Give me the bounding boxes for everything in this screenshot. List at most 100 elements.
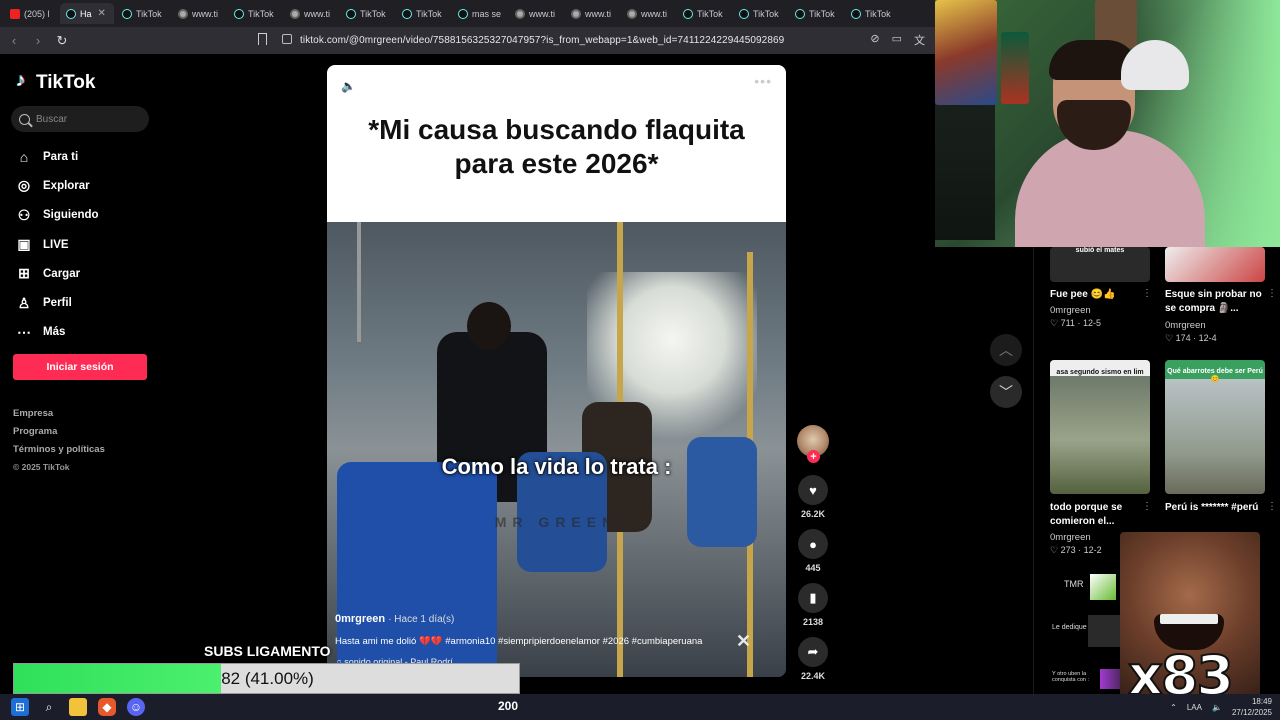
meme-overlay: x83 bbox=[1120, 532, 1260, 712]
browser-tab[interactable]: TikTok bbox=[845, 3, 899, 24]
screenshot-icon[interactable]: ▭ bbox=[892, 32, 902, 48]
reco-user[interactable]: 0mrgreen bbox=[1165, 320, 1206, 331]
login-button[interactable]: Iniciar sesión bbox=[13, 354, 147, 380]
footer-link-terminos[interactable]: Términos y políticas bbox=[13, 444, 105, 462]
author-name[interactable]: 0mrgreen bbox=[335, 613, 385, 625]
more-options-icon[interactable]: ••• bbox=[754, 73, 772, 89]
sidebar-item-label: Explorar bbox=[43, 179, 90, 192]
back-button[interactable]: ‹ bbox=[4, 31, 24, 51]
browser-tab[interactable]: www.ti bbox=[565, 3, 619, 24]
tiktok-logo[interactable]: TikTok bbox=[16, 70, 95, 94]
browser-tab[interactable]: www.ti bbox=[172, 3, 226, 24]
upload-icon: ⊞ bbox=[18, 265, 30, 282]
follow-plus-icon[interactable]: + bbox=[807, 450, 820, 463]
tiktok-icon bbox=[122, 8, 132, 19]
tiktok-logo-icon bbox=[16, 70, 32, 92]
author-avatar[interactable]: + bbox=[797, 425, 829, 463]
reco-more-icon[interactable]: ⋮ bbox=[1142, 501, 1152, 512]
reco-date: 12-4 bbox=[1198, 333, 1217, 343]
tiktok-icon bbox=[851, 8, 862, 19]
language-indicator[interactable]: LAA bbox=[1187, 703, 1202, 712]
video-watermark: MR GREEN bbox=[494, 514, 619, 530]
webcam-overlay bbox=[935, 0, 1280, 247]
sidebar-menu: ⌂ Para ti ◎ Explorar ⚇ Siguiendo ▣ LIVE … bbox=[16, 142, 99, 347]
browser-tab[interactable]: TikTok bbox=[789, 3, 843, 24]
reco-likes: 273 bbox=[1060, 545, 1076, 555]
brave-browser-icon[interactable]: ◆ bbox=[98, 698, 116, 716]
clock[interactable]: 18:49 27/12/2025 bbox=[1232, 696, 1272, 718]
sidebar-item-cargar[interactable]: ⊞ Cargar bbox=[16, 259, 99, 288]
discord-icon[interactable]: ☺ bbox=[127, 698, 145, 716]
sidebar-item-mas[interactable]: ⋯ Más bbox=[16, 318, 99, 347]
footer-link-empresa[interactable]: Empresa bbox=[13, 408, 105, 426]
reader-mode-icon[interactable]: ⊘ bbox=[870, 32, 879, 48]
sidebar-item-para-ti[interactable]: ⌂ Para ti bbox=[16, 142, 99, 171]
close-tab-icon[interactable]: ✕ bbox=[98, 8, 106, 19]
tray-chevron-icon[interactable]: ⌃ bbox=[1170, 703, 1177, 712]
address-bar[interactable]: tiktok.com/@0mrgreen/video/7588156325327… bbox=[300, 35, 784, 46]
reco-title[interactable]: Perú is ******* #perú bbox=[1165, 501, 1265, 515]
anime-poster bbox=[1001, 32, 1029, 104]
like-count: 26.2K bbox=[800, 509, 826, 519]
reco-stats: ♡ 174 · 12-4 bbox=[1165, 333, 1217, 343]
like-button[interactable]: ♥ bbox=[798, 475, 828, 505]
save-count: 2138 bbox=[802, 617, 824, 627]
next-video-button[interactable]: ﹀ bbox=[990, 376, 1022, 408]
reco-user[interactable]: 0mrgreen bbox=[1050, 305, 1091, 316]
browser-tab[interactable]: (205) l bbox=[4, 3, 58, 24]
browser-tab[interactable]: www.ti bbox=[284, 3, 338, 24]
browser-tab[interactable]: TikTok bbox=[733, 3, 787, 24]
video-top-caption: *Mi causa buscando flaquita para este 20… bbox=[368, 113, 745, 179]
reco-thumb[interactable]: Qué abarrotes debe ser Perú 😊 bbox=[1165, 360, 1265, 494]
save-button[interactable]: ▮ bbox=[798, 583, 828, 613]
sidebar-item-perfil[interactable]: ♙ Perfil bbox=[16, 288, 99, 317]
browser-tab[interactable]: TikTok bbox=[116, 3, 170, 24]
forward-button[interactable]: › bbox=[28, 31, 48, 51]
reco-user[interactable]: 0mrgreen bbox=[1050, 532, 1091, 543]
footer-link-programa[interactable]: Programa bbox=[13, 426, 105, 444]
bookmark-icon[interactable] bbox=[258, 33, 267, 45]
file-explorer-icon[interactable] bbox=[69, 698, 87, 716]
live-icon: ▣ bbox=[17, 236, 31, 253]
reload-button[interactable]: ↻ bbox=[52, 31, 72, 51]
search-input[interactable] bbox=[36, 113, 136, 125]
video-player[interactable]: *Mi causa buscando flaquita para este 20… bbox=[327, 65, 786, 677]
browser-tab[interactable]: TikTok bbox=[677, 3, 731, 24]
share-button[interactable]: ➦ bbox=[798, 637, 828, 667]
browser-tab[interactable]: TikTok bbox=[396, 3, 450, 24]
reco-title[interactable]: Fue pee 😊👍 bbox=[1050, 288, 1150, 302]
sidebar-item-explorar[interactable]: ◎ Explorar bbox=[16, 171, 99, 200]
browser-tab[interactable]: Ha ✕ bbox=[60, 3, 114, 24]
reco-thumb[interactable]: subió el mates bbox=[1050, 247, 1150, 282]
person-head bbox=[467, 302, 511, 350]
reco-more-icon[interactable]: ⋮ bbox=[1267, 288, 1277, 299]
bookmark-icon: ▮ bbox=[809, 590, 817, 605]
copyright: © 2025 TikTok bbox=[13, 462, 70, 472]
reco-more-icon[interactable]: ⋮ bbox=[1142, 288, 1152, 299]
volume-icon[interactable]: 🔈 bbox=[341, 79, 356, 93]
search-icon[interactable]: ⌕ bbox=[40, 698, 58, 716]
windows-start-icon[interactable]: ⊞ bbox=[11, 698, 29, 716]
browser-tab[interactable]: TikTok bbox=[228, 3, 282, 24]
speaker-icon[interactable]: 🔈 bbox=[1212, 703, 1222, 712]
browser-tab[interactable]: www.ti bbox=[509, 3, 563, 24]
sidebar-item-live[interactable]: ▣ LIVE bbox=[16, 230, 99, 259]
sidebar-item-siguiendo[interactable]: ⚇ Siguiendo bbox=[16, 201, 99, 230]
reco-thumb[interactable] bbox=[1165, 247, 1265, 282]
comment-button[interactable]: ● bbox=[798, 529, 828, 559]
site-info-icon[interactable] bbox=[282, 34, 292, 44]
browser-tab[interactable]: mas se bbox=[452, 3, 507, 24]
browser-tab[interactable]: www.ti bbox=[621, 3, 675, 24]
previous-video-button[interactable]: ︿ bbox=[990, 334, 1022, 366]
reco-thumb[interactable]: asa segundo sismo en lim bbox=[1050, 360, 1150, 494]
browser-tab[interactable]: TikTok bbox=[340, 3, 394, 24]
reco-more-icon[interactable]: ⋮ bbox=[1267, 501, 1277, 512]
meme-teeth bbox=[1160, 614, 1218, 624]
reco-stats: ♡ 273 · 12-2 bbox=[1050, 545, 1102, 555]
reco-title[interactable]: Esque sin probar no se compra 🗿... bbox=[1165, 288, 1265, 316]
translate-icon[interactable]: 文 bbox=[914, 32, 925, 48]
reco-title[interactable]: todo porque se comieron el... bbox=[1050, 501, 1150, 529]
video-author[interactable]: 0mrgreen · Hace 1 día(s) bbox=[335, 613, 454, 625]
globe-icon bbox=[627, 8, 638, 19]
search-box[interactable] bbox=[11, 106, 149, 132]
